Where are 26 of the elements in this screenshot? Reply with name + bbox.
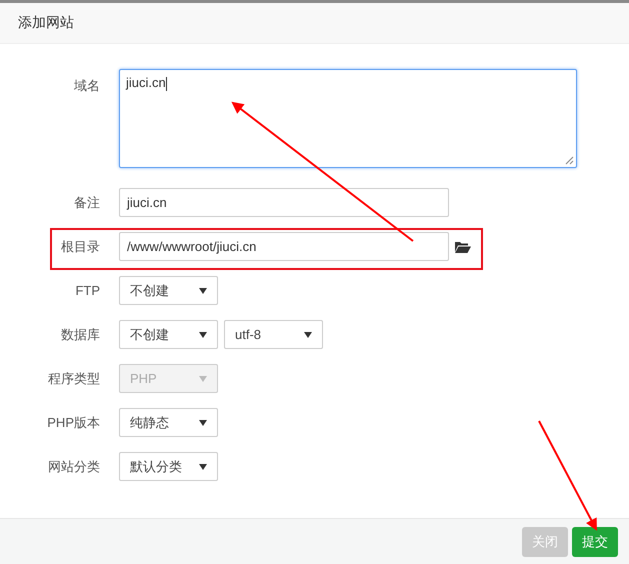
caret-icon bbox=[304, 332, 312, 338]
field-label: FTP bbox=[74, 283, 101, 298]
dropdown[interactable]: 不创建 bbox=[119, 320, 218, 349]
field-label: 程序类型 bbox=[47, 370, 101, 388]
dropdown[interactable]: 纯静态 bbox=[119, 408, 218, 437]
dropdown[interactable]: 默认分类 bbox=[119, 452, 218, 481]
field-label: 网站分类 bbox=[47, 458, 101, 476]
caret-icon bbox=[199, 464, 207, 470]
dropdown[interactable]: utf-8 bbox=[224, 320, 323, 349]
dropdown[interactable]: 不创建 bbox=[119, 276, 218, 305]
dropdown: PHP bbox=[119, 364, 218, 393]
caret-icon bbox=[199, 420, 207, 426]
folder-icon[interactable] bbox=[454, 240, 471, 254]
field-label: 数据库 bbox=[60, 326, 101, 344]
caret-icon bbox=[199, 332, 207, 338]
resize-grip-icon[interactable] bbox=[565, 156, 574, 165]
caret-icon bbox=[199, 376, 207, 382]
path-field[interactable]: /www/wwwroot/jiuci.cn bbox=[119, 232, 449, 261]
caret-icon bbox=[199, 288, 207, 294]
field-label: PHP版本 bbox=[46, 414, 101, 432]
domain-field[interactable]: jiuci.cn bbox=[119, 69, 577, 168]
input-field[interactable]: jiuci.cn bbox=[119, 188, 449, 217]
dialog-title: 添加网站 bbox=[18, 14, 74, 32]
field-label: 备注 bbox=[73, 194, 101, 212]
field-label: 根目录 bbox=[60, 238, 101, 256]
field-label: 域名 bbox=[73, 77, 101, 95]
